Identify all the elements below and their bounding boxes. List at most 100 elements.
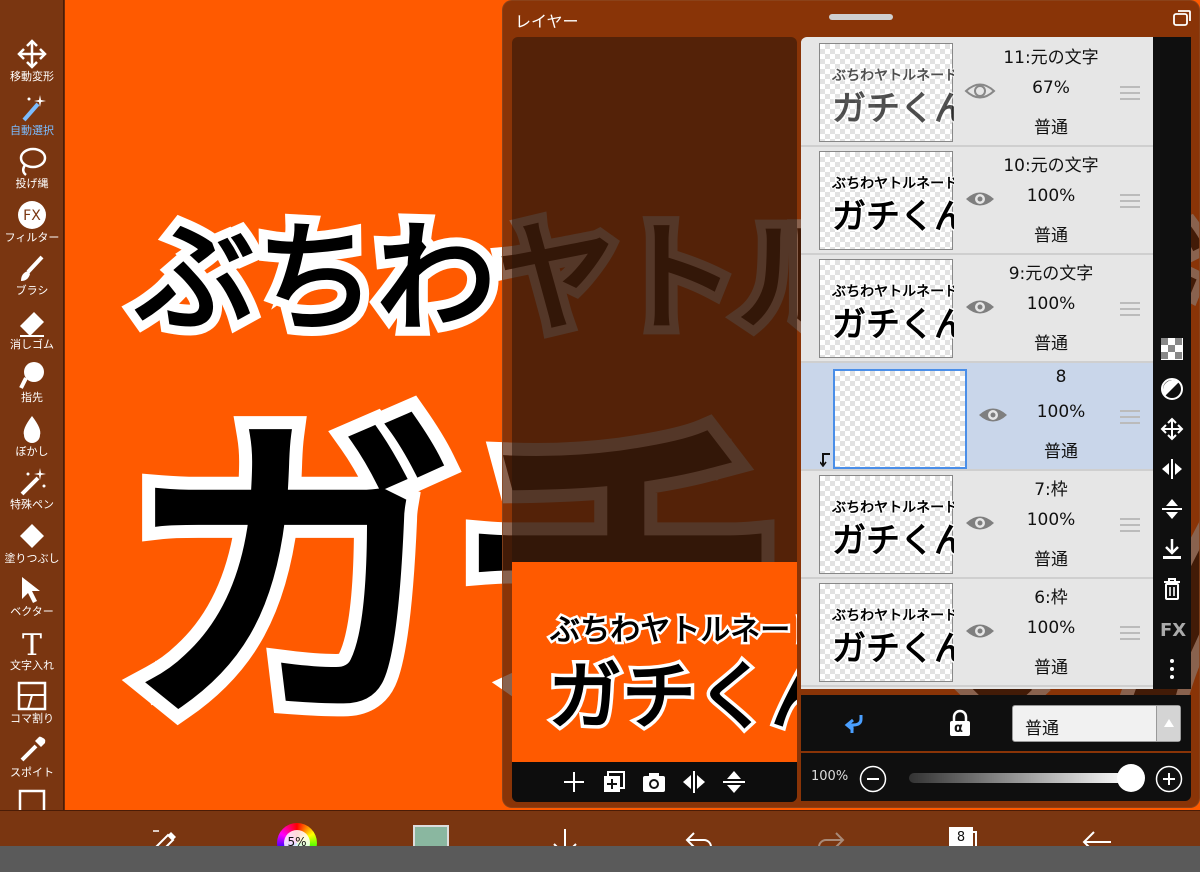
tool-frame-divider[interactable]: コマ割り bbox=[0, 676, 64, 729]
layer-blend-mode: 普通 bbox=[1034, 118, 1068, 138]
layer-thumb-big: ガチくん bbox=[832, 521, 954, 561]
preview-title-big: ガチくん bbox=[548, 654, 797, 740]
tool-text[interactable]: T 文字入れ bbox=[0, 623, 64, 676]
layer-row[interactable]: ぶちわヤトルネード ガチくん 10:元の文字 100% 普通 bbox=[801, 147, 1153, 255]
layer-list[interactable]: ぶちわヤトルネード ガチくん 11:元の文字 67% 普通 ぶちわヤトルネード ガチくん 10… bbox=[801, 37, 1153, 689]
brush-icon bbox=[21, 255, 44, 281]
tool-special-pen[interactable]: 特殊ペン bbox=[0, 462, 64, 515]
clipping-icon[interactable] bbox=[843, 711, 867, 735]
move-transform-icon bbox=[17, 39, 47, 69]
tool-label: 移動変形 bbox=[10, 70, 54, 83]
tool-sidebar: 移動変形 自動選択 投げ縄 FX フィルター ブラシ 消しゴム 指先 ぼかし 特殊ペン 塗りつぶしベ… bbox=[0, 0, 64, 846]
layer-row[interactable]: ぶちわヤトルネード ガチくん 7:枠 100% 普通 bbox=[801, 471, 1153, 579]
opacity-minus-button[interactable] bbox=[859, 765, 887, 793]
layer-name: 9:元の文字 bbox=[1008, 264, 1094, 284]
magic-wand-icon bbox=[22, 94, 46, 121]
drag-handle-icon[interactable] bbox=[1119, 85, 1141, 101]
layer-count: 8 bbox=[956, 830, 966, 845]
layer-thumb-big: ガチくん bbox=[832, 197, 954, 237]
tool-vector-arrow[interactable]: ベクター bbox=[0, 569, 64, 622]
drag-handle-icon[interactable] bbox=[1119, 301, 1141, 317]
frame-divider-icon bbox=[17, 681, 47, 711]
opacity-slider[interactable] bbox=[909, 773, 1131, 783]
tool-magic-wand[interactable]: 自動選択 bbox=[0, 88, 64, 141]
eraser-icon bbox=[20, 311, 44, 337]
layer-thumbnail: ぶちわヤトルネード ガチくん bbox=[819, 259, 970, 358]
drag-handle-icon[interactable] bbox=[1119, 193, 1141, 209]
layer-thumb-big: ガチくん bbox=[832, 89, 954, 129]
preview-title-small: ぶちわヤトルネード bbox=[549, 613, 797, 648]
layer-name: 10:元の文字 bbox=[1003, 156, 1099, 176]
drag-handle-icon[interactable] bbox=[1119, 409, 1141, 425]
opacity-plus-button[interactable] bbox=[1155, 765, 1183, 793]
layer-row[interactable]: 8 100% 普通 bbox=[801, 363, 1153, 471]
blend-mode-value: 普通 bbox=[1025, 719, 1059, 739]
alpha-lock-button[interactable]: α bbox=[947, 709, 973, 737]
tool-label: 投げ縄 bbox=[15, 177, 49, 190]
camera-icon[interactable] bbox=[640, 768, 668, 796]
tool-move-transform[interactable]: 移動変形 bbox=[0, 34, 64, 87]
tool-label: 自動選択 bbox=[10, 123, 54, 137]
layer-blend-mode: 普通 bbox=[1044, 442, 1078, 462]
tool-label: フィルター bbox=[4, 230, 60, 244]
layer-name: 6:枠 bbox=[1034, 588, 1068, 608]
flip-horizontal-icon[interactable] bbox=[1160, 457, 1184, 481]
preview-toolbar bbox=[512, 762, 797, 802]
layer-row[interactable]: ぶちわヤトルネード ガチくん 11:元の文字 67% 普通 bbox=[801, 39, 1153, 147]
layer-preview-thumbnail: ぶちわヤトルネード ガチくん bbox=[512, 562, 797, 762]
duplicate-layer-icon[interactable] bbox=[600, 768, 628, 796]
fx-filter-icon: FX bbox=[18, 200, 46, 229]
tool-label: 指先 bbox=[21, 391, 43, 404]
checker-transparency-icon[interactable] bbox=[1160, 337, 1184, 361]
more-vertical-icon[interactable] bbox=[1160, 657, 1184, 681]
tool-fx-filter[interactable]: FX フィルター bbox=[0, 195, 64, 248]
alpha-lock-label: α bbox=[954, 721, 963, 736]
layer-thumbnail bbox=[833, 369, 967, 469]
tool-eyedropper[interactable]: スポイト bbox=[0, 730, 64, 783]
layer-tools-strip: FX bbox=[1153, 37, 1191, 689]
tool-lasso[interactable]: 投げ縄 bbox=[0, 141, 64, 194]
layer-name: 7:枠 bbox=[1034, 480, 1068, 500]
panel-drag-handle[interactable] bbox=[829, 14, 893, 20]
drag-handle-icon[interactable] bbox=[1119, 625, 1141, 641]
opacity-value: 100% bbox=[811, 769, 849, 784]
fx-icon[interactable]: FX bbox=[1160, 619, 1186, 643]
layer-thumbnail: ぶちわヤトルネード ガチくん bbox=[819, 583, 970, 682]
layer-name: 8 bbox=[1055, 367, 1067, 387]
flip-horizontal-icon[interactable] bbox=[680, 768, 708, 796]
layer-row[interactable]: ぶちわヤトルネード ガチくん 9:元の文字 100% 普通 bbox=[801, 255, 1153, 363]
tool-finger[interactable]: 指先 bbox=[0, 355, 64, 408]
tool-label: 文字入れ bbox=[10, 658, 54, 672]
flip-vertical-icon[interactable] bbox=[720, 768, 748, 796]
layer-blend-mode: 普通 bbox=[1034, 334, 1068, 354]
layer-thumb-small: ぶちわヤトルネード bbox=[831, 500, 954, 516]
layer-row[interactable]: ぶちわヤトルネード ガチくん 6:枠 100% 普通 bbox=[801, 579, 1153, 687]
layer-thumb-small: ぶちわヤトルネード bbox=[831, 176, 954, 192]
layer-thumb-small: ぶちわヤトルネード bbox=[831, 68, 954, 84]
tool-label: コマ割り bbox=[10, 712, 54, 725]
bottom-toolbar: 5% 8 bbox=[0, 810, 1200, 863]
window-mode-icon[interactable] bbox=[1173, 10, 1191, 26]
half-circle-icon[interactable] bbox=[1160, 377, 1184, 401]
layer-thumbnail: ぶちわヤトルネードガチくん bbox=[819, 151, 970, 250]
layer-thumbnail: ぶちわヤトルネードガチくん bbox=[819, 475, 970, 574]
layer-thumb-small: ぶちわヤトルネード bbox=[831, 608, 954, 624]
tool-blur-drop[interactable]: ぼかし bbox=[0, 409, 64, 462]
flip-vertical-icon[interactable] bbox=[1160, 497, 1184, 521]
layer-preview-area: ぶちわヤトルネード ガチくん bbox=[512, 37, 797, 802]
tool-fill-bucket[interactable]: 塗りつぶし bbox=[0, 516, 64, 569]
layer-blend-mode: 普通 bbox=[1034, 550, 1068, 570]
opacity-slider-knob[interactable] bbox=[1117, 764, 1145, 792]
trash-icon[interactable] bbox=[1160, 577, 1184, 601]
lasso-icon bbox=[19, 147, 47, 176]
drag-handle-icon[interactable] bbox=[1119, 517, 1141, 533]
add-layer-icon[interactable] bbox=[560, 768, 588, 796]
panel-title: レイヤー bbox=[515, 12, 579, 31]
merge-down-icon[interactable] bbox=[1160, 537, 1184, 561]
opacity-bar: 100% bbox=[801, 753, 1191, 801]
move-layer-icon[interactable] bbox=[1160, 417, 1184, 441]
blend-mode-select[interactable]: 普通 bbox=[1012, 705, 1181, 742]
tool-brush[interactable]: ブラシ bbox=[0, 248, 64, 301]
tool-label: ぼかし bbox=[15, 444, 49, 458]
tool-eraser[interactable]: 消しゴム bbox=[0, 302, 64, 355]
